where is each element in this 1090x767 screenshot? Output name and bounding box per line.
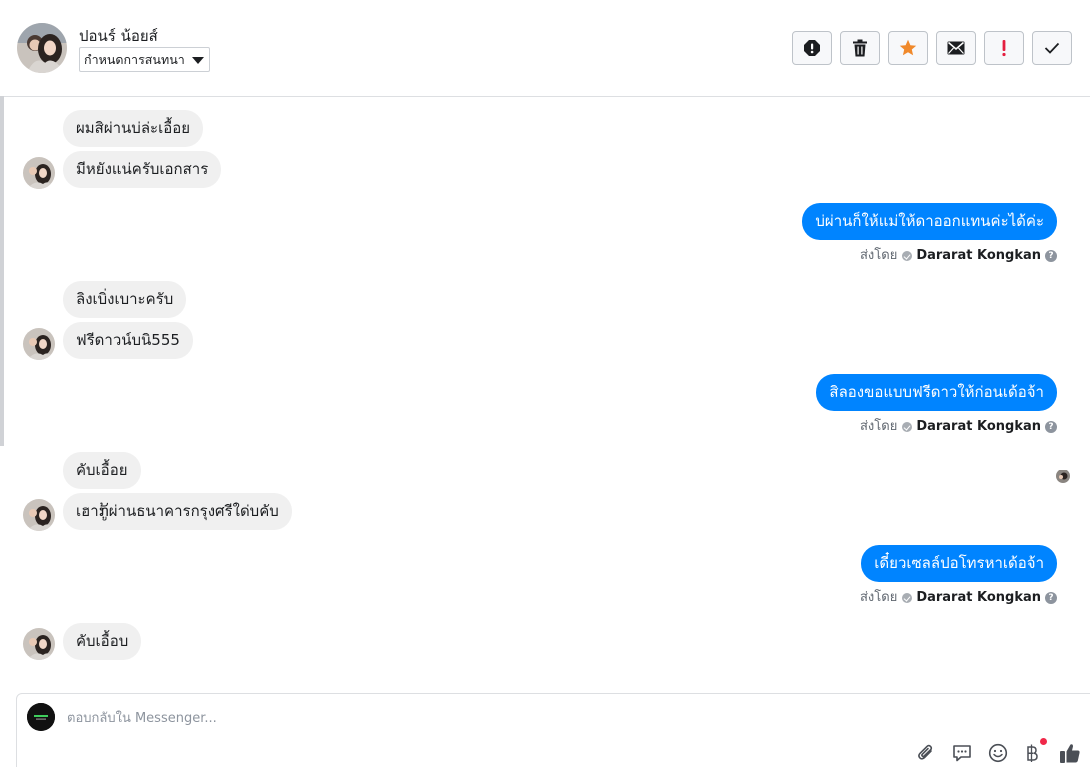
reply-composer bbox=[16, 693, 1090, 767]
report-icon bbox=[804, 40, 820, 56]
help-icon[interactable]: ? bbox=[1045, 592, 1057, 604]
contact-avatar-small bbox=[23, 499, 55, 531]
outgoing-message[interactable]: เดี๋ยวเซลล์ปอโทรหาเด้อจ้า bbox=[861, 545, 1057, 582]
contact-avatar-small bbox=[23, 157, 55, 189]
message-thread[interactable]: ผมสิผ่านบ่ล่ะเอื้อย มีหยังแน่ครับเอกสาร … bbox=[4, 97, 1090, 687]
saved-reply-icon bbox=[953, 745, 971, 762]
delete-button[interactable] bbox=[840, 31, 880, 65]
mark-done-button[interactable] bbox=[1032, 31, 1072, 65]
incoming-message[interactable]: ผมสิผ่านบ่ล่ะเอื้อย bbox=[63, 110, 204, 147]
seen-by-avatar bbox=[1056, 469, 1070, 483]
page-logo bbox=[27, 703, 55, 731]
emoji-button[interactable] bbox=[985, 740, 1011, 766]
sent-by-label: ส่งโดย bbox=[859, 419, 898, 434]
star-icon bbox=[899, 39, 917, 56]
sent-by-label: ส่งโดย bbox=[859, 590, 898, 605]
like-button[interactable] bbox=[1057, 740, 1083, 766]
agent-name: Dararat Kongkan bbox=[916, 248, 1041, 263]
sent-by-line: ส่งโดย Dararat Kongkan ? bbox=[860, 419, 1057, 435]
notification-dot bbox=[1040, 738, 1047, 745]
incoming-message[interactable]: มีหยังแน่ครับเอกสาร bbox=[63, 151, 222, 188]
outgoing-message[interactable]: สิลองขอแบบฟรีดาวให้ก่อนเด้อจ้า bbox=[816, 374, 1057, 411]
agent-name: Dararat Kongkan bbox=[916, 590, 1041, 605]
verified-icon bbox=[902, 593, 913, 603]
exclamation-icon bbox=[1002, 40, 1006, 57]
mark-important-button[interactable] bbox=[984, 31, 1024, 65]
thumbs-up-icon bbox=[1060, 744, 1080, 763]
contact-avatar[interactable] bbox=[17, 23, 67, 73]
sent-by-label: ส่งโดย bbox=[859, 248, 898, 263]
label-select-text: กำหนดการสนทนา bbox=[84, 52, 185, 67]
conversation-label-dropdown[interactable]: กำหนดการสนทนา bbox=[79, 47, 210, 72]
incoming-message[interactable]: คับเอื้อย bbox=[63, 452, 141, 489]
baht-icon bbox=[1027, 744, 1038, 762]
verified-icon bbox=[902, 251, 913, 261]
trash-icon bbox=[853, 39, 867, 57]
emoji-icon bbox=[988, 743, 1008, 763]
outgoing-message[interactable]: บ่ผ่านก็ให้แม่ให้ดาออกแทนค่ะได้ค่ะ bbox=[802, 203, 1057, 240]
incoming-message[interactable]: ฟรีดาวน์บนิ555 bbox=[63, 322, 193, 359]
attach-button[interactable] bbox=[913, 740, 939, 766]
reply-input[interactable] bbox=[67, 708, 887, 728]
check-icon bbox=[1044, 42, 1060, 54]
incoming-message[interactable]: เฮาກູ້ผ่านธนาคารกรุงศรีใด่บคับ bbox=[63, 493, 292, 530]
mark-unread-button[interactable] bbox=[936, 31, 976, 65]
incoming-message[interactable]: คับเอื้อบ bbox=[63, 623, 142, 660]
help-icon[interactable]: ? bbox=[1045, 421, 1057, 433]
sent-by-line: ส่งโดย Dararat Kongkan ? bbox=[860, 248, 1057, 264]
incoming-message[interactable]: ลิงเบิ่งเบาะครับ bbox=[63, 281, 187, 318]
paperclip-icon bbox=[918, 744, 933, 760]
contact-avatar-small bbox=[23, 628, 55, 660]
conversation-header: ปอนร์ น้อยส์ กำหนดการสนทนา bbox=[4, 0, 1090, 97]
saved-replies-button[interactable] bbox=[949, 740, 975, 766]
report-button[interactable] bbox=[792, 31, 832, 65]
contact-name: ปอนร์ น้อยส์ bbox=[79, 27, 158, 45]
help-icon[interactable]: ? bbox=[1045, 250, 1057, 262]
verified-icon bbox=[902, 422, 913, 432]
caret-down-icon bbox=[191, 57, 204, 64]
sent-by-line: ส่งโดย Dararat Kongkan ? bbox=[860, 590, 1057, 606]
star-button[interactable] bbox=[888, 31, 928, 65]
contact-avatar-small bbox=[23, 328, 55, 360]
agent-name: Dararat Kongkan bbox=[916, 419, 1041, 434]
envelope-icon bbox=[947, 41, 965, 55]
